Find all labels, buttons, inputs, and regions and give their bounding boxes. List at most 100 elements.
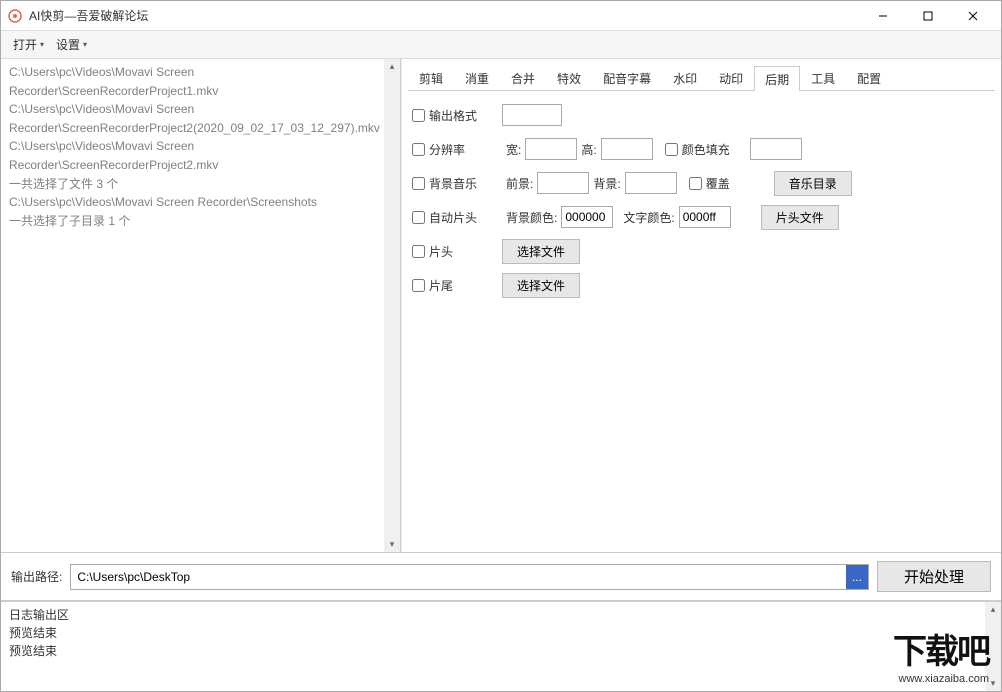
menu-open-label: 打开 <box>13 36 37 53</box>
resolution-checkbox[interactable]: 分辨率 <box>412 141 502 158</box>
bg-music-checkbox[interactable]: 背景音乐 <box>412 175 502 192</box>
textcolor-input[interactable] <box>679 206 731 228</box>
bg-label: 背景: <box>593 175 620 192</box>
file-list-line: 一共选择了子目录 1 个 <box>9 212 376 231</box>
height-label: 高: <box>581 141 596 158</box>
overwrite-check[interactable] <box>689 177 702 190</box>
menubar: 打开 ▾ 设置 ▾ <box>1 31 1001 59</box>
row-auto-intro: 自动片头 背景颜色: 文字颜色: 片头文件 <box>412 205 991 229</box>
color-fill-check[interactable] <box>665 143 678 156</box>
file-list-pane: C:\Users\pc\Videos\Movavi Screen Recorde… <box>1 59 401 552</box>
width-input[interactable] <box>525 138 577 160</box>
row-bg-music: 背景音乐 前景: 背景: 覆盖 音乐目录 <box>412 171 991 195</box>
minimize-button[interactable] <box>860 2 905 30</box>
resolution-label: 分辨率 <box>429 141 465 158</box>
menu-settings[interactable]: 设置 ▾ <box>50 32 93 57</box>
row-resolution: 分辨率 宽: 高: 颜色填充 <box>412 137 991 161</box>
log-line: 日志输出区 <box>9 606 977 624</box>
fg-label: 前景: <box>506 175 533 192</box>
bgcolor-input[interactable] <box>561 206 613 228</box>
file-list-scrollbar[interactable]: ▴ ▾ <box>384 59 400 552</box>
outro-label: 片尾 <box>429 277 453 294</box>
bg-music-label: 背景音乐 <box>429 175 477 192</box>
output-path-box: ... <box>70 564 869 590</box>
bgcolor-label: 背景颜色: <box>506 209 557 226</box>
overwrite-label: 覆盖 <box>706 175 730 192</box>
output-format-checkbox[interactable]: 输出格式 <box>412 107 502 124</box>
output-format-input[interactable] <box>502 104 562 126</box>
row-output-format: 输出格式 <box>412 103 991 127</box>
output-path-label: 输出路径: <box>11 568 62 585</box>
output-format-check[interactable] <box>412 109 425 122</box>
tab-8[interactable]: 工具 <box>800 65 846 90</box>
music-dir-button[interactable]: 音乐目录 <box>774 171 852 196</box>
menu-settings-label: 设置 <box>56 36 80 53</box>
color-fill-checkbox[interactable]: 颜色填充 <box>665 141 730 158</box>
overwrite-checkbox[interactable]: 覆盖 <box>689 175 730 192</box>
tab-7[interactable]: 后期 <box>754 66 800 91</box>
output-format-label: 输出格式 <box>429 107 477 124</box>
outro-choose-button[interactable]: 选择文件 <box>502 273 580 298</box>
row-intro: 片头 选择文件 <box>412 239 991 263</box>
browse-button[interactable]: ... <box>846 565 868 589</box>
tab-2[interactable]: 合并 <box>500 65 546 90</box>
width-label: 宽: <box>506 141 521 158</box>
bg-music-check[interactable] <box>412 177 425 190</box>
color-fill-input[interactable] <box>750 138 802 160</box>
height-input[interactable] <box>601 138 653 160</box>
output-row: 输出路径: ... 开始处理 <box>1 553 1001 601</box>
row-outro: 片尾 选择文件 <box>412 273 991 297</box>
titlebar: AI快剪—吾爱破解论坛 <box>1 1 1001 31</box>
start-process-button[interactable]: 开始处理 <box>877 561 991 592</box>
outro-checkbox[interactable]: 片尾 <box>412 277 502 294</box>
color-fill-label: 颜色填充 <box>682 141 730 158</box>
chevron-down-icon: ▾ <box>40 40 44 49</box>
fg-input[interactable] <box>537 172 589 194</box>
file-list-line: C:\Users\pc\Videos\Movavi Screen Recorde… <box>9 193 376 212</box>
file-list-line: 一共选择了文件 3 个 <box>9 175 376 194</box>
tab-1[interactable]: 消重 <box>454 65 500 90</box>
outro-check[interactable] <box>412 279 425 292</box>
app-window: AI快剪—吾爱破解论坛 打开 ▾ 设置 ▾ C:\Users\pc\Videos… <box>0 0 1002 692</box>
scroll-up-icon: ▴ <box>991 602 996 617</box>
intro-checkbox[interactable]: 片头 <box>412 243 502 260</box>
log-line: 预览结束 <box>9 624 977 642</box>
output-path-input[interactable] <box>71 565 846 589</box>
content-area: C:\Users\pc\Videos\Movavi Screen Recorde… <box>1 59 1001 691</box>
app-icon <box>7 8 23 24</box>
chevron-down-icon: ▾ <box>83 40 87 49</box>
log-scrollbar[interactable]: ▴ ▾ <box>985 602 1001 691</box>
intro-file-button[interactable]: 片头文件 <box>761 205 839 230</box>
tab-5[interactable]: 水印 <box>662 65 708 90</box>
menu-open[interactable]: 打开 ▾ <box>7 32 50 57</box>
window-buttons <box>860 2 995 30</box>
tab-6[interactable]: 动印 <box>708 65 754 90</box>
close-button[interactable] <box>950 2 995 30</box>
file-list[interactable]: C:\Users\pc\Videos\Movavi Screen Recorde… <box>1 59 384 552</box>
tab-4[interactable]: 配音字幕 <box>592 65 662 90</box>
maximize-button[interactable] <box>905 2 950 30</box>
tab-9[interactable]: 配置 <box>846 65 892 90</box>
scroll-down-icon: ▾ <box>991 676 996 691</box>
auto-intro-checkbox[interactable]: 自动片头 <box>412 209 502 226</box>
file-list-line: C:\Users\pc\Videos\Movavi Screen Recorde… <box>9 137 376 174</box>
file-list-line: C:\Users\pc\Videos\Movavi Screen Recorde… <box>9 100 376 137</box>
tab-body-postprocess: 输出格式 分辨率 宽: 高: <box>402 91 1001 552</box>
tab-0[interactable]: 剪辑 <box>408 65 454 90</box>
scroll-down-icon: ▾ <box>390 537 395 552</box>
settings-pane: 剪辑消重合并特效配音字幕水印动印后期工具配置 输出格式 分辨率 <box>401 59 1001 552</box>
tabs: 剪辑消重合并特效配音字幕水印动印后期工具配置 <box>408 65 995 91</box>
bg-input[interactable] <box>625 172 677 194</box>
intro-choose-button[interactable]: 选择文件 <box>502 239 580 264</box>
file-list-line: C:\Users\pc\Videos\Movavi Screen Recorde… <box>9 63 376 100</box>
scroll-up-icon: ▴ <box>390 59 395 74</box>
textcolor-label: 文字颜色: <box>623 209 674 226</box>
log-text[interactable]: 日志输出区预览结束预览结束 <box>1 602 985 691</box>
auto-intro-check[interactable] <box>412 211 425 224</box>
resolution-check[interactable] <box>412 143 425 156</box>
log-area: 日志输出区预览结束预览结束 ▴ ▾ 下载吧 www.xiazaiba.com <box>1 601 1001 691</box>
intro-check[interactable] <box>412 245 425 258</box>
tab-3[interactable]: 特效 <box>546 65 592 90</box>
log-line: 预览结束 <box>9 642 977 660</box>
intro-label: 片头 <box>429 243 453 260</box>
